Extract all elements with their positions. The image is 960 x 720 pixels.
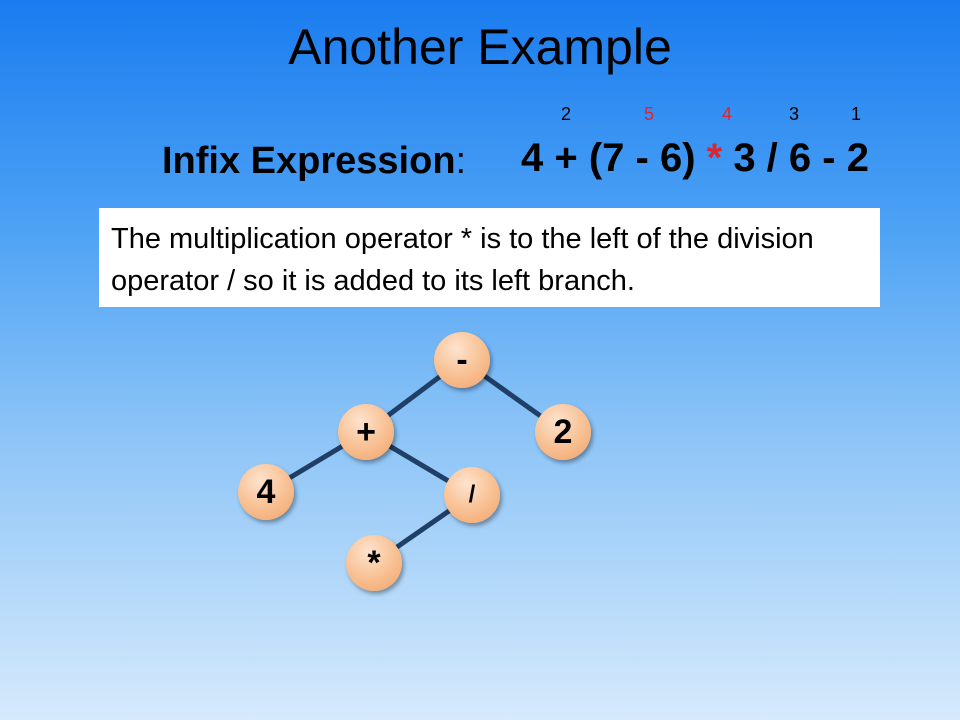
tree-node-plus: +	[338, 404, 394, 460]
tree-node-two: 2	[535, 404, 591, 460]
tree-node-mult: *	[346, 535, 402, 591]
tree-node-div: /	[444, 467, 500, 523]
tree-node-four: 4	[238, 464, 294, 520]
tree-node-minus: -	[434, 332, 490, 388]
